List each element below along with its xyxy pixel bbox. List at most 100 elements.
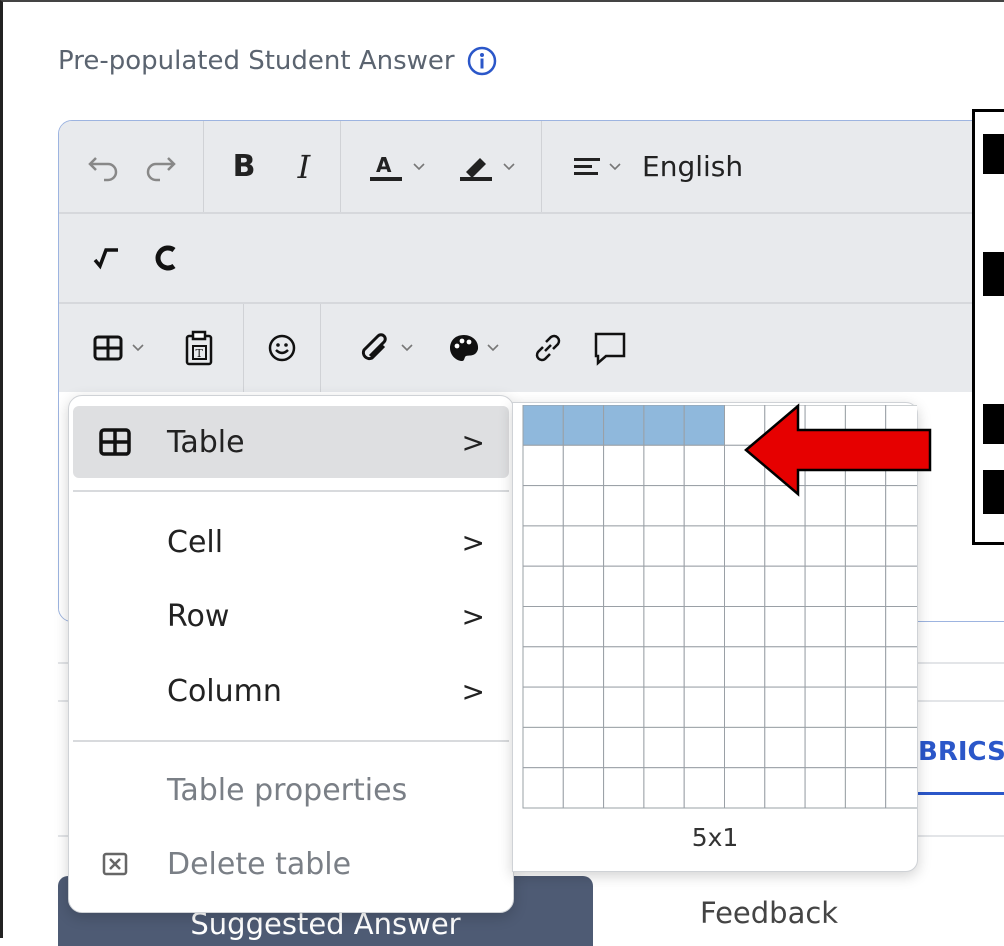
- grid-cell[interactable]: [764, 646, 806, 688]
- grid-cell-selected[interactable]: [603, 405, 645, 446]
- grid-cell[interactable]: [643, 606, 685, 648]
- grid-cell[interactable]: [724, 525, 766, 567]
- grid-cell[interactable]: [522, 767, 564, 809]
- menu-item-table-properties[interactable]: Table properties: [73, 754, 509, 826]
- grid-cell[interactable]: [724, 646, 766, 688]
- grid-cell[interactable]: [562, 485, 605, 527]
- highlight-icon[interactable]: [441, 137, 531, 197]
- grid-cell[interactable]: [885, 646, 917, 688]
- grid-cell[interactable]: [643, 444, 685, 487]
- grid-cell[interactable]: [844, 767, 887, 809]
- grid-cell[interactable]: [522, 485, 564, 527]
- grid-cell[interactable]: [844, 525, 887, 567]
- grid-cell-selected[interactable]: [562, 405, 605, 446]
- redo-icon[interactable]: [133, 137, 189, 197]
- grid-cell[interactable]: [603, 444, 645, 487]
- grid-cell[interactable]: [683, 444, 725, 487]
- grid-cell[interactable]: [764, 767, 806, 809]
- undo-icon[interactable]: [73, 137, 133, 197]
- grid-cell[interactable]: [603, 565, 645, 607]
- menu-item-cell[interactable]: Cell >: [73, 506, 509, 578]
- emoji-icon[interactable]: [244, 318, 320, 378]
- attachment-icon[interactable]: [343, 318, 429, 378]
- grid-cell[interactable]: [764, 606, 806, 648]
- grid-cell[interactable]: [844, 686, 887, 728]
- grid-cell[interactable]: [562, 686, 605, 728]
- italic-icon[interactable]: I: [276, 137, 332, 197]
- chemistry-icon[interactable]: [141, 228, 191, 288]
- grid-cell[interactable]: [885, 686, 917, 728]
- grid-cell[interactable]: [643, 686, 685, 728]
- comment-icon[interactable]: [585, 318, 635, 378]
- grid-cell[interactable]: [844, 565, 887, 607]
- grid-cell[interactable]: [764, 726, 806, 769]
- grid-cell-selected[interactable]: [683, 405, 725, 446]
- grid-cell[interactable]: [885, 606, 917, 648]
- math-icon[interactable]: [81, 228, 131, 288]
- grid-cell[interactable]: [764, 686, 806, 728]
- grid-cell[interactable]: [522, 606, 564, 648]
- grid-cell[interactable]: [562, 726, 605, 769]
- grid-cell[interactable]: [603, 525, 645, 567]
- grid-cell[interactable]: [724, 726, 766, 769]
- grid-cell[interactable]: [683, 485, 725, 527]
- grid-cell[interactable]: [724, 686, 766, 728]
- grid-cell[interactable]: [562, 606, 605, 648]
- table-icon[interactable]: [81, 318, 157, 378]
- grid-cell[interactable]: [804, 606, 846, 648]
- grid-cell[interactable]: [643, 525, 685, 567]
- grid-cell[interactable]: [683, 767, 725, 809]
- grid-cell[interactable]: [522, 646, 564, 688]
- grid-cell[interactable]: [764, 565, 806, 607]
- grid-cell[interactable]: [683, 686, 725, 728]
- grid-cell[interactable]: [724, 606, 766, 648]
- grid-cell[interactable]: [804, 686, 846, 728]
- grid-cell[interactable]: [522, 726, 564, 769]
- grid-cell[interactable]: [603, 485, 645, 527]
- grid-cell[interactable]: [683, 646, 725, 688]
- bold-icon[interactable]: B: [212, 137, 276, 197]
- grid-cell[interactable]: [603, 606, 645, 648]
- grid-cell[interactable]: [804, 767, 846, 809]
- grid-cell[interactable]: [603, 646, 645, 688]
- paste-text-icon[interactable]: T: [169, 318, 229, 378]
- link-icon[interactable]: [521, 318, 575, 378]
- grid-cell[interactable]: [724, 767, 766, 809]
- grid-cell[interactable]: [522, 565, 564, 607]
- menu-item-row[interactable]: Row >: [73, 580, 509, 652]
- grid-cell[interactable]: [562, 565, 605, 607]
- language-selector[interactable]: English: [642, 150, 743, 183]
- grid-cell[interactable]: [562, 767, 605, 809]
- grid-cell[interactable]: [643, 485, 685, 527]
- palette-icon[interactable]: [439, 318, 509, 378]
- grid-cell[interactable]: [603, 726, 645, 769]
- grid-cell[interactable]: [562, 525, 605, 567]
- grid-cell[interactable]: [643, 646, 685, 688]
- tab-feedback[interactable]: Feedback: [700, 896, 838, 930]
- grid-cell[interactable]: [603, 686, 645, 728]
- grid-cell[interactable]: [562, 646, 605, 688]
- grid-cell[interactable]: [683, 525, 725, 567]
- grid-cell-selected[interactable]: [522, 405, 564, 446]
- grid-cell[interactable]: [885, 565, 917, 607]
- text-color-icon[interactable]: A: [351, 137, 441, 197]
- grid-cell[interactable]: [683, 726, 725, 769]
- grid-cell[interactable]: [683, 606, 725, 648]
- grid-cell[interactable]: [844, 726, 887, 769]
- menu-item-table[interactable]: Table >: [73, 406, 509, 478]
- grid-cell[interactable]: [804, 726, 846, 769]
- grid-cell[interactable]: [885, 767, 917, 809]
- grid-cell[interactable]: [683, 565, 725, 607]
- menu-item-column[interactable]: Column >: [73, 655, 509, 727]
- grid-cell[interactable]: [844, 646, 887, 688]
- grid-cell[interactable]: [844, 606, 887, 648]
- grid-cell[interactable]: [885, 726, 917, 769]
- tab-rubrics[interactable]: BRICS: [918, 737, 1004, 767]
- grid-cell[interactable]: [643, 726, 685, 769]
- grid-cell[interactable]: [522, 686, 564, 728]
- align-icon[interactable]: [562, 137, 632, 197]
- menu-item-delete-table[interactable]: Delete table: [73, 828, 509, 900]
- info-icon[interactable]: [467, 46, 497, 76]
- grid-cell[interactable]: [562, 444, 605, 487]
- grid-cell[interactable]: [522, 525, 564, 567]
